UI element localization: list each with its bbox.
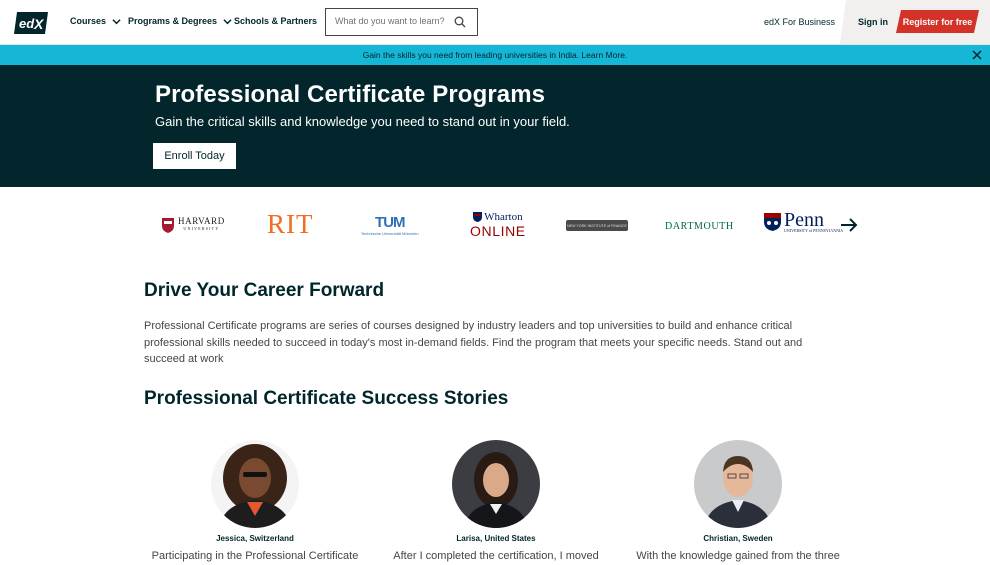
harvard-shield-icon [162, 217, 174, 233]
harvard-logo[interactable]: HARVARD UNIVERSITY [162, 217, 225, 233]
story-quote: With the knowledge gained from the three [636, 550, 840, 562]
search-input[interactable] [335, 16, 453, 26]
rit-logo[interactable]: RIT [267, 209, 314, 240]
nav-schools-partners[interactable]: Schools & Partners [234, 16, 317, 26]
nyif-logo[interactable]: NEW YORK INSTITUTE of FINANCE [566, 220, 628, 231]
story-quote: After I completed the certification, I m… [393, 550, 599, 562]
tum-mark: TUM [375, 214, 405, 231]
nav-courses[interactable]: Courses [70, 16, 121, 26]
nav-programs-label: Programs & Degrees [128, 16, 218, 26]
penn-shield-icon [764, 213, 781, 231]
close-icon[interactable] [972, 50, 982, 60]
penn-sub: UNIVERSITY of PENNSYLVANIA [784, 228, 844, 233]
partner-logos: HARVARD UNIVERSITY RIT TUM Technische Un… [0, 187, 990, 267]
story-card[interactable]: Larisa, United States After I completed … [376, 440, 616, 562]
register-button[interactable]: Register for free [896, 10, 979, 33]
nav-courses-label: Courses [70, 16, 107, 26]
search-icon[interactable] [454, 16, 466, 28]
avatar [211, 440, 299, 528]
hero-section: Professional Certificate Programs Gain t… [0, 65, 990, 187]
hero-subtitle: Gain the critical skills and knowledge y… [155, 114, 570, 129]
career-paragraph: Professional Certificate programs are se… [144, 320, 803, 365]
wharton-shield-icon [473, 212, 483, 222]
wharton-online-logo[interactable]: Wharton ONLINE [470, 211, 526, 239]
wharton-bottom: ONLINE [470, 223, 526, 239]
career-heading: Drive Your Career Forward [144, 280, 385, 301]
search-box [325, 8, 478, 36]
sign-in-link[interactable]: Sign in [858, 17, 888, 27]
edx-logo[interactable]: ed X [14, 12, 48, 34]
site-header: ed X Courses Programs & Degrees Schools … [0, 0, 990, 45]
nav-schools-label: Schools & Partners [234, 16, 318, 26]
penn-logo[interactable]: Penn UNIVERSITY of PENNSYLVANIA [764, 210, 844, 233]
chevron-down-icon [112, 18, 121, 24]
story-name: Larisa, United States [456, 534, 536, 543]
story-name: Jessica, Switzerland [216, 534, 294, 543]
chevron-down-icon [223, 18, 232, 24]
story-name: Christian, Sweden [703, 534, 773, 543]
edx-for-business-link[interactable]: edX For Business [764, 17, 835, 27]
svg-text:X: X [33, 16, 45, 32]
page-title: Professional Certificate Programs [155, 81, 546, 108]
story-card[interactable]: Jessica, Switzerland Participating in th… [135, 440, 375, 562]
enroll-today-button[interactable]: Enroll Today [153, 143, 236, 169]
svg-text:ed: ed [19, 16, 35, 31]
dartmouth-logo[interactable]: DARTMOUTH [665, 221, 734, 232]
harvard-sub: UNIVERSITY [183, 226, 220, 231]
avatar [452, 440, 540, 528]
tum-logo[interactable]: TUM Technische Universität München [361, 214, 419, 236]
stories-heading: Professional Certificate Success Stories [144, 388, 509, 409]
banner-text[interactable]: Gain the skills you need from leading un… [0, 50, 990, 60]
arrow-right-icon[interactable] [840, 217, 858, 233]
nav-programs-degrees[interactable]: Programs & Degrees [128, 16, 232, 26]
tum-caption: Technische Universität München [361, 231, 419, 236]
story-quote: Participating in the Professional Certif… [151, 550, 359, 562]
story-card[interactable]: Christian, Sweden With the knowledge gai… [618, 440, 858, 562]
promo-banner: Gain the skills you need from leading un… [0, 45, 990, 65]
avatar [694, 440, 782, 528]
wharton-top: Wharton [484, 211, 523, 223]
